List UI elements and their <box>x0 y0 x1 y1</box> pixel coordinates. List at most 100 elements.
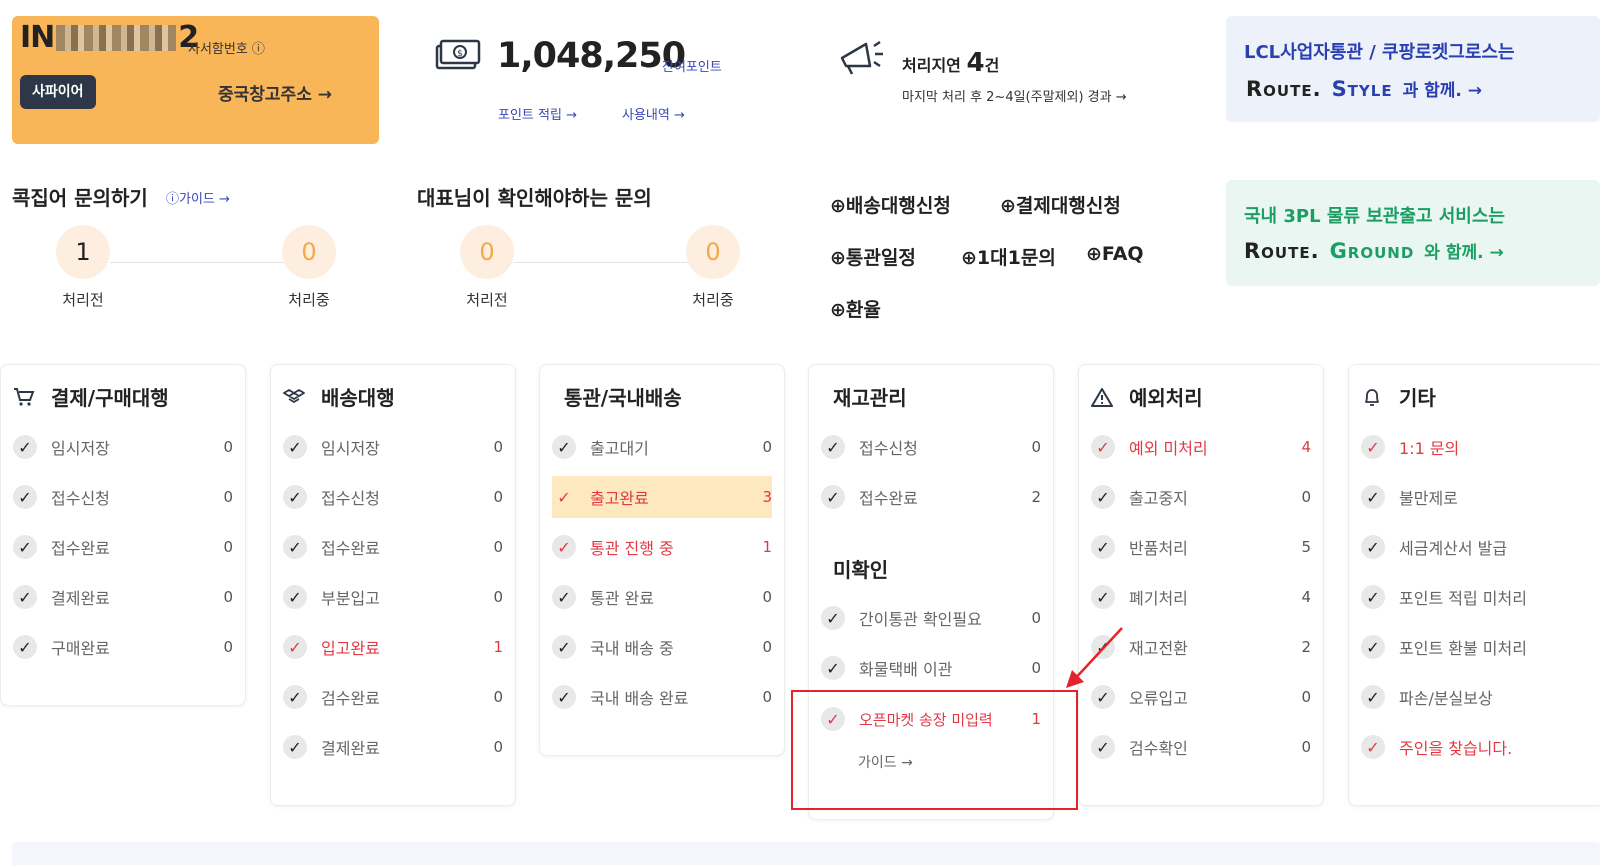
row-accepted[interactable]: ✓ 접수완료 0 <box>13 526 233 568</box>
quick-link-exchange-rate[interactable]: ⊕환율 <box>830 295 881 322</box>
kz-during-label: 처리중 <box>288 291 330 309</box>
row-request[interactable]: ✓ 접수신청 0 <box>283 476 503 518</box>
row-customs-in-progress[interactable]: ✓ 통관 진행 중1 <box>552 526 772 568</box>
unconfirmed-title: 미확인 <box>833 558 889 582</box>
check-icon: ✓ <box>557 487 571 507</box>
check-icon: ✓ <box>283 635 307 659</box>
row-complaint-zero[interactable]: ✓ 불만제로 <box>1361 476 1588 518</box>
check-icon: ✓ <box>1361 485 1385 509</box>
row-request[interactable]: ✓ 접수신청 0 <box>13 476 233 518</box>
check-icon: ✓ <box>283 685 307 709</box>
card-title: 기타 <box>1361 382 1436 411</box>
row-simple-customs-check[interactable]: ✓ 간이통관 확인필요 0 <box>821 597 1041 639</box>
row-accepted[interactable]: ✓ 접수완료 0 <box>283 526 503 568</box>
row-purchased[interactable]: ✓ 구매완료 0 <box>13 626 233 668</box>
bell-icon <box>1361 387 1387 407</box>
quick-link-customs-schedule[interactable]: ⊕통관일정 <box>830 243 916 270</box>
processing-delay[interactable]: 처리지연 4건 <box>902 48 999 78</box>
quick-link-faq[interactable]: ⊕FAQ <box>1086 243 1144 265</box>
kokjibeo-inquiry-title: 콕집어 문의하기 <box>12 186 148 210</box>
check-icon: ✓ <box>1091 485 1115 509</box>
check-icon: ✓ <box>283 435 307 459</box>
check-icon: ✓ <box>1091 435 1115 459</box>
row-received[interactable]: ✓ 입고완료 1 <box>283 626 503 668</box>
annotation-highlight-box <box>791 690 1078 810</box>
promo-3pl-banner[interactable]: 국내 3PL 물류 보관출고 서비스는 Route. Ground 와 함께. … <box>1226 180 1600 286</box>
brand-route: Route. <box>1244 239 1320 263</box>
card-shipping: 배송대행 ✓ 임시저장 0 ✓ 접수신청 0 ✓ 접수완료 0 ✓ 부분입고 0 ✓ 입고완료 1 … <box>270 364 516 806</box>
delay-note[interactable]: 마지막 처리 후 2~4일(주말제외) 경과 → <box>902 86 1127 105</box>
card-title: 재고관리 <box>833 386 907 410</box>
arrow-circle-icon: ⊕ <box>830 195 846 217</box>
check-icon: ✓ <box>13 635 37 659</box>
row-partial-receipt[interactable]: ✓ 부분입고 0 <box>283 576 503 618</box>
quick-link-payment-request[interactable]: ⊕결제대행신청 <box>1000 191 1121 218</box>
check-icon: ✓ <box>552 585 576 609</box>
row-find-owner[interactable]: ✓ 주인을 찾습니다. <box>1361 726 1588 768</box>
row-released[interactable]: ✓ 출고완료 3 <box>552 476 772 518</box>
row-temp-save[interactable]: ✓ 임시저장 0 <box>13 426 233 468</box>
check-icon: ✓ <box>821 435 845 459</box>
check-icon: ✓ <box>13 585 37 609</box>
row-return[interactable]: ✓ 반품처리 5 <box>1091 526 1311 568</box>
card-title: 결제/구매대행 <box>13 382 169 411</box>
row-damage-loss-comp[interactable]: ✓ 파손/분실보상 <box>1361 676 1588 718</box>
money-icon: $ <box>435 39 481 70</box>
row-release-stop[interactable]: ✓ 출고중지 0 <box>1091 476 1311 518</box>
card-exception: 예외처리 ✓예외 미처리4 ✓출고중지0 ✓반품처리5 ✓폐기처리4 ✓재고전환… <box>1078 364 1324 806</box>
points-value: 1,048,250 <box>497 36 686 76</box>
card-title: 예외처리 <box>1091 382 1203 411</box>
check-icon: ✓ <box>283 585 307 609</box>
earn-points-link[interactable]: 포인트 적립 → <box>498 104 577 123</box>
row-paid[interactable]: ✓ 결제완료 0 <box>13 576 233 618</box>
brand-route: Route. <box>1246 77 1322 101</box>
usage-history-link[interactable]: 사용내역 → <box>622 104 685 123</box>
row-accepted[interactable]: ✓ 접수완료 2 <box>821 476 1041 518</box>
china-warehouse-address-link[interactable]: 중국창고주소 → <box>218 80 332 105</box>
ceo-during-count[interactable]: 0 <box>686 225 740 279</box>
account-id: IN 2 <box>20 20 199 55</box>
box-icon <box>283 387 309 407</box>
check-icon: ✓ <box>1361 535 1385 559</box>
row-inspected[interactable]: ✓ 검수완료 0 <box>283 676 503 718</box>
kz-before-count[interactable]: 1 <box>56 225 110 279</box>
check-icon: ✓ <box>1361 435 1385 459</box>
row-point-earn-pending[interactable]: ✓ 포인트 적립 미처리 <box>1361 576 1588 618</box>
inquiry-guide-link[interactable]: ⓘ가이드 → <box>166 188 230 207</box>
check-icon: ✓ <box>552 435 576 459</box>
row-disposal[interactable]: ✓ 폐기처리 4 <box>1091 576 1311 618</box>
row-domestic-delivered[interactable]: ✓ 국내 배송 완료 0 <box>552 676 772 718</box>
card-title: 통관/국내배송 <box>564 386 682 410</box>
quick-link-shipping-request[interactable]: ⊕배송대행신청 <box>830 191 951 218</box>
row-request[interactable]: ✓ 접수신청 0 <box>821 426 1041 468</box>
card-payment-purchase: 결제/구매대행 ✓ 임시저장 0 ✓ 접수신청 0 ✓ 접수완료 0 ✓ 결제완료 0 ✓ 구매완… <box>0 364 246 706</box>
row-awaiting-release[interactable]: ✓ 출고대기 0 <box>552 426 772 468</box>
promo-lcl-tail: 과 함께. → <box>1402 81 1483 101</box>
card-etc: 기타 ✓ 1:1 문의 ✓ 불만제로 ✓ 세금계산서 발급 ✓ 포인트 적립 미처리 ✓… <box>1348 364 1600 806</box>
promo-lcl-banner[interactable]: LCL사업자통관 / 쿠팡로켓그로스는 Route. Style 과 함께. → <box>1226 16 1600 122</box>
check-icon: ✓ <box>283 735 307 759</box>
row-temp-save[interactable]: ✓ 임시저장 0 <box>283 426 503 468</box>
row-paid[interactable]: ✓ 결제완료 0 <box>283 726 503 768</box>
blurred-id <box>56 24 177 51</box>
row-tax-invoice[interactable]: ✓ 세금계산서 발급 <box>1361 526 1588 568</box>
row-one-to-one-inquiry[interactable]: ✓ 1:1 문의 <box>1361 426 1588 468</box>
row-inspection-check[interactable]: ✓ 검수확인 0 <box>1091 726 1311 768</box>
arrow-circle-icon: ⊕ <box>830 299 846 321</box>
kz-before-label: 처리전 <box>62 291 104 309</box>
ceo-before-count[interactable]: 0 <box>460 225 514 279</box>
row-domestic-shipping[interactable]: ✓ 국내 배송 중0 <box>552 626 772 668</box>
warning-icon <box>1091 387 1117 407</box>
row-exception-unprocessed[interactable]: ✓ 예외 미처리 4 <box>1091 426 1311 468</box>
row-point-refund-pending[interactable]: ✓ 포인트 환불 미처리 <box>1361 626 1588 668</box>
quick-link-one-to-one[interactable]: ⊕1대1문의 <box>961 243 1056 270</box>
row-customs-done[interactable]: ✓ 통관 완료 0 <box>552 576 772 618</box>
annotation-arrow-icon <box>1066 627 1123 688</box>
svg-text:$: $ <box>457 49 463 59</box>
check-icon: ✓ <box>283 485 307 509</box>
promo-3pl-tail: 와 함께. → <box>1424 243 1504 263</box>
row-freight-transfer[interactable]: ✓ 화물택배 이관 0 <box>821 647 1041 689</box>
check-icon: ✓ <box>821 485 845 509</box>
mailbox-number-label[interactable]: 사서함번호 ⓘ <box>188 38 265 57</box>
kz-during-count[interactable]: 0 <box>282 225 336 279</box>
